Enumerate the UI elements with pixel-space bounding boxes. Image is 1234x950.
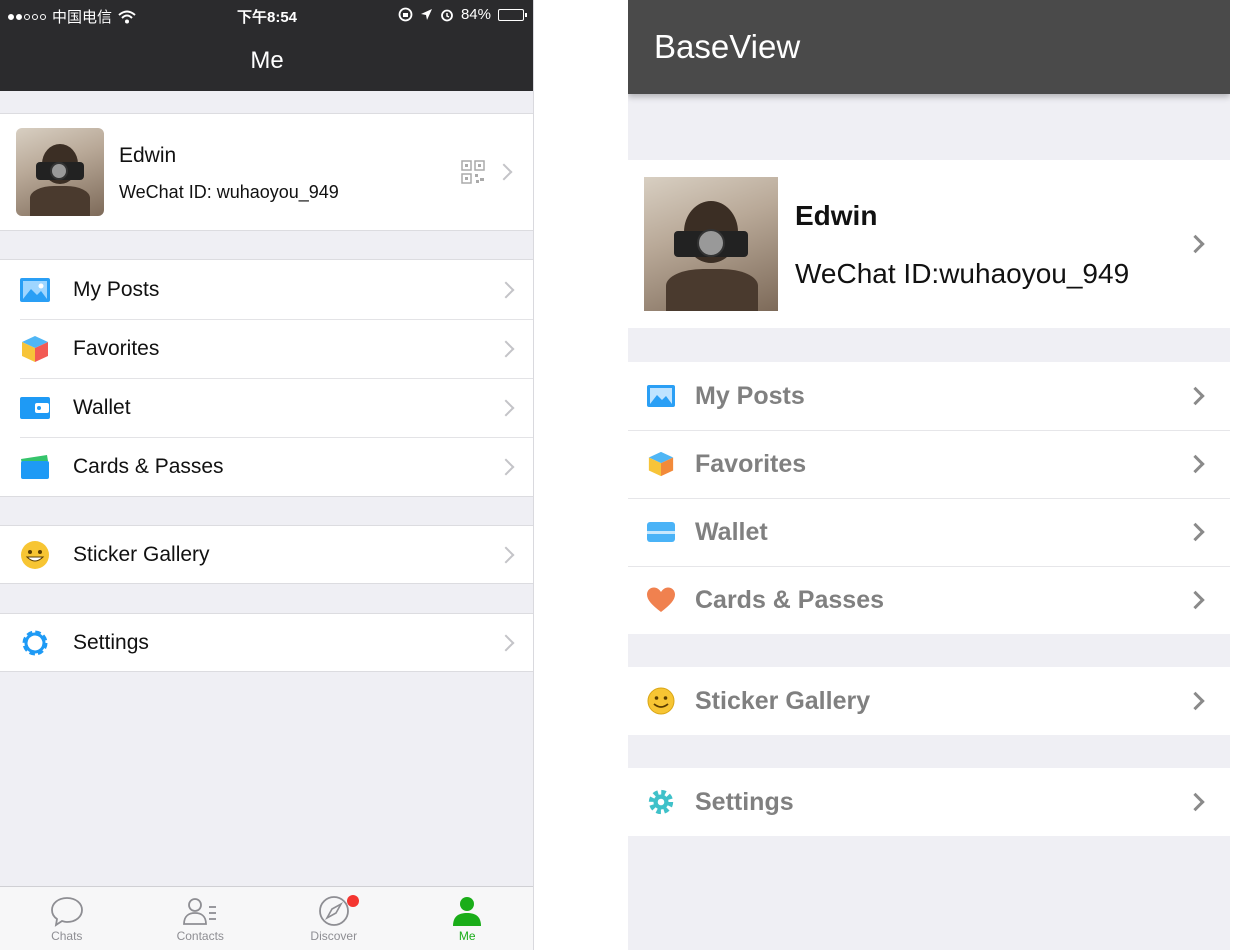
menu-item-settings[interactable]: Settings: [0, 614, 533, 671]
menu-group-3: Settings: [628, 768, 1230, 836]
ios-screen: 中国电信 下午8:54 84% Me Edwin WeChat ID: wuha…: [0, 0, 534, 950]
chevron-right-icon: [497, 546, 515, 563]
menu-group-1: My Posts Favorites Wallet Cards & Passes: [0, 259, 533, 497]
avatar: [16, 128, 104, 216]
chevron-right-icon: [497, 634, 515, 651]
heart-icon: [645, 584, 677, 616]
compass-icon: [318, 896, 349, 926]
wallet-icon: [645, 516, 677, 548]
profile-name: Edwin: [795, 200, 878, 231]
wallet-icon: [19, 392, 51, 424]
menu-item-label: Wallet: [695, 517, 768, 546]
card-icon: [19, 451, 51, 483]
menu-group-1: My Posts Favorites Wallet Cards & Passes: [628, 362, 1230, 634]
menu-item-label: My Posts: [695, 381, 805, 410]
chat-bubble-icon: [50, 897, 83, 927]
menu-item-label: Favorites: [695, 449, 807, 478]
menu-item-my-posts[interactable]: My Posts: [0, 260, 533, 319]
chevron-right-icon: [1186, 590, 1205, 610]
chevron-right-icon: [1186, 454, 1205, 474]
status-bar: 中国电信 下午8:54 84%: [0, 0, 533, 30]
menu-item-label: Cards & Passes: [73, 454, 224, 478]
contacts-icon: [183, 898, 217, 925]
menu-item-wallet[interactable]: Wallet: [0, 378, 533, 437]
profile-name: Edwin: [119, 144, 177, 167]
photo-album-icon: [19, 274, 51, 306]
menu-item-cards-passes[interactable]: Cards & Passes: [0, 437, 533, 496]
menu-item-favorites[interactable]: Favorites: [628, 430, 1230, 498]
menu-item-wallet[interactable]: Wallet: [628, 498, 1230, 566]
gear-icon: [645, 786, 677, 818]
menu-item-favorites[interactable]: Favorites: [0, 319, 533, 378]
menu-item-my-posts[interactable]: My Posts: [628, 362, 1230, 430]
tab-discover[interactable]: Discover: [267, 887, 401, 950]
profile-wechat-id: WeChat ID: wuhaoyou_949: [119, 182, 339, 202]
qr-code-icon[interactable]: [461, 160, 485, 184]
profile-card[interactable]: Edwin WeChat ID:wuhaoyou_949: [628, 160, 1230, 328]
chevron-right-icon: [497, 458, 515, 475]
android-screen: BaseView Edwin WeChat ID:wuhaoyou_949 My…: [628, 0, 1230, 950]
photo-album-icon: [645, 380, 677, 412]
notification-badge: [347, 895, 359, 907]
menu-item-label: Wallet: [73, 395, 131, 419]
tab-bar: Chats Contacts Discover Me: [0, 886, 534, 950]
cube-icon: [19, 333, 51, 365]
menu-group-2: Sticker Gallery: [628, 667, 1230, 735]
chevron-right-icon: [497, 399, 515, 416]
avatar: [644, 177, 778, 311]
battery-icon: [498, 8, 527, 21]
battery-percent: 84%: [460, 6, 491, 23]
smiley-icon: [19, 539, 51, 571]
chevron-right-icon: [495, 163, 513, 181]
chevron-right-icon: [1186, 234, 1205, 254]
tab-label: Discover: [310, 929, 358, 943]
cube-icon: [645, 448, 677, 480]
chevron-right-icon: [1186, 386, 1205, 406]
menu-item-label: My Posts: [73, 277, 160, 301]
chevron-right-icon: [1186, 792, 1205, 812]
person-icon: [453, 897, 482, 926]
smiley-icon: [645, 685, 677, 717]
menu-group-3: Settings: [0, 613, 533, 672]
menu-item-label: Cards & Passes: [695, 585, 885, 614]
location-icon: [420, 9, 432, 20]
tab-contacts[interactable]: Contacts: [134, 887, 268, 950]
profile-card[interactable]: Edwin WeChat ID: wuhaoyou_949: [0, 113, 533, 231]
tab-label: Contacts: [176, 929, 224, 943]
menu-item-label: Sticker Gallery: [73, 542, 210, 566]
chevron-right-icon: [1186, 691, 1205, 711]
menu-group-2: Sticker Gallery: [0, 525, 533, 584]
tab-label: Me: [458, 929, 476, 943]
page-title: Me: [0, 30, 533, 91]
tab-me[interactable]: Me: [401, 887, 534, 950]
menu-item-label: Favorites: [73, 336, 160, 360]
app-bar-title: BaseView: [628, 0, 1230, 94]
profile-wechat-id: WeChat ID:wuhaoyou_949: [795, 258, 1130, 289]
tab-chats[interactable]: Chats: [0, 887, 134, 950]
alarm-icon: [441, 9, 453, 21]
menu-item-settings[interactable]: Settings: [628, 768, 1230, 836]
chevron-right-icon: [1186, 522, 1205, 542]
gear-icon: [19, 627, 51, 659]
chevron-right-icon: [497, 340, 515, 357]
menu-item-label: Sticker Gallery: [695, 686, 871, 715]
status-right: 84%: [398, 6, 527, 23]
menu-item-cards-passes[interactable]: Cards & Passes: [628, 566, 1230, 634]
tab-label: Chats: [51, 929, 83, 943]
menu-item-sticker-gallery[interactable]: Sticker Gallery: [628, 667, 1230, 735]
menu-item-label: Settings: [695, 787, 794, 816]
chevron-right-icon: [497, 281, 515, 298]
menu-item-sticker-gallery[interactable]: Sticker Gallery: [0, 526, 533, 583]
rotation-lock-icon: [398, 7, 413, 22]
menu-item-label: Settings: [73, 630, 149, 654]
